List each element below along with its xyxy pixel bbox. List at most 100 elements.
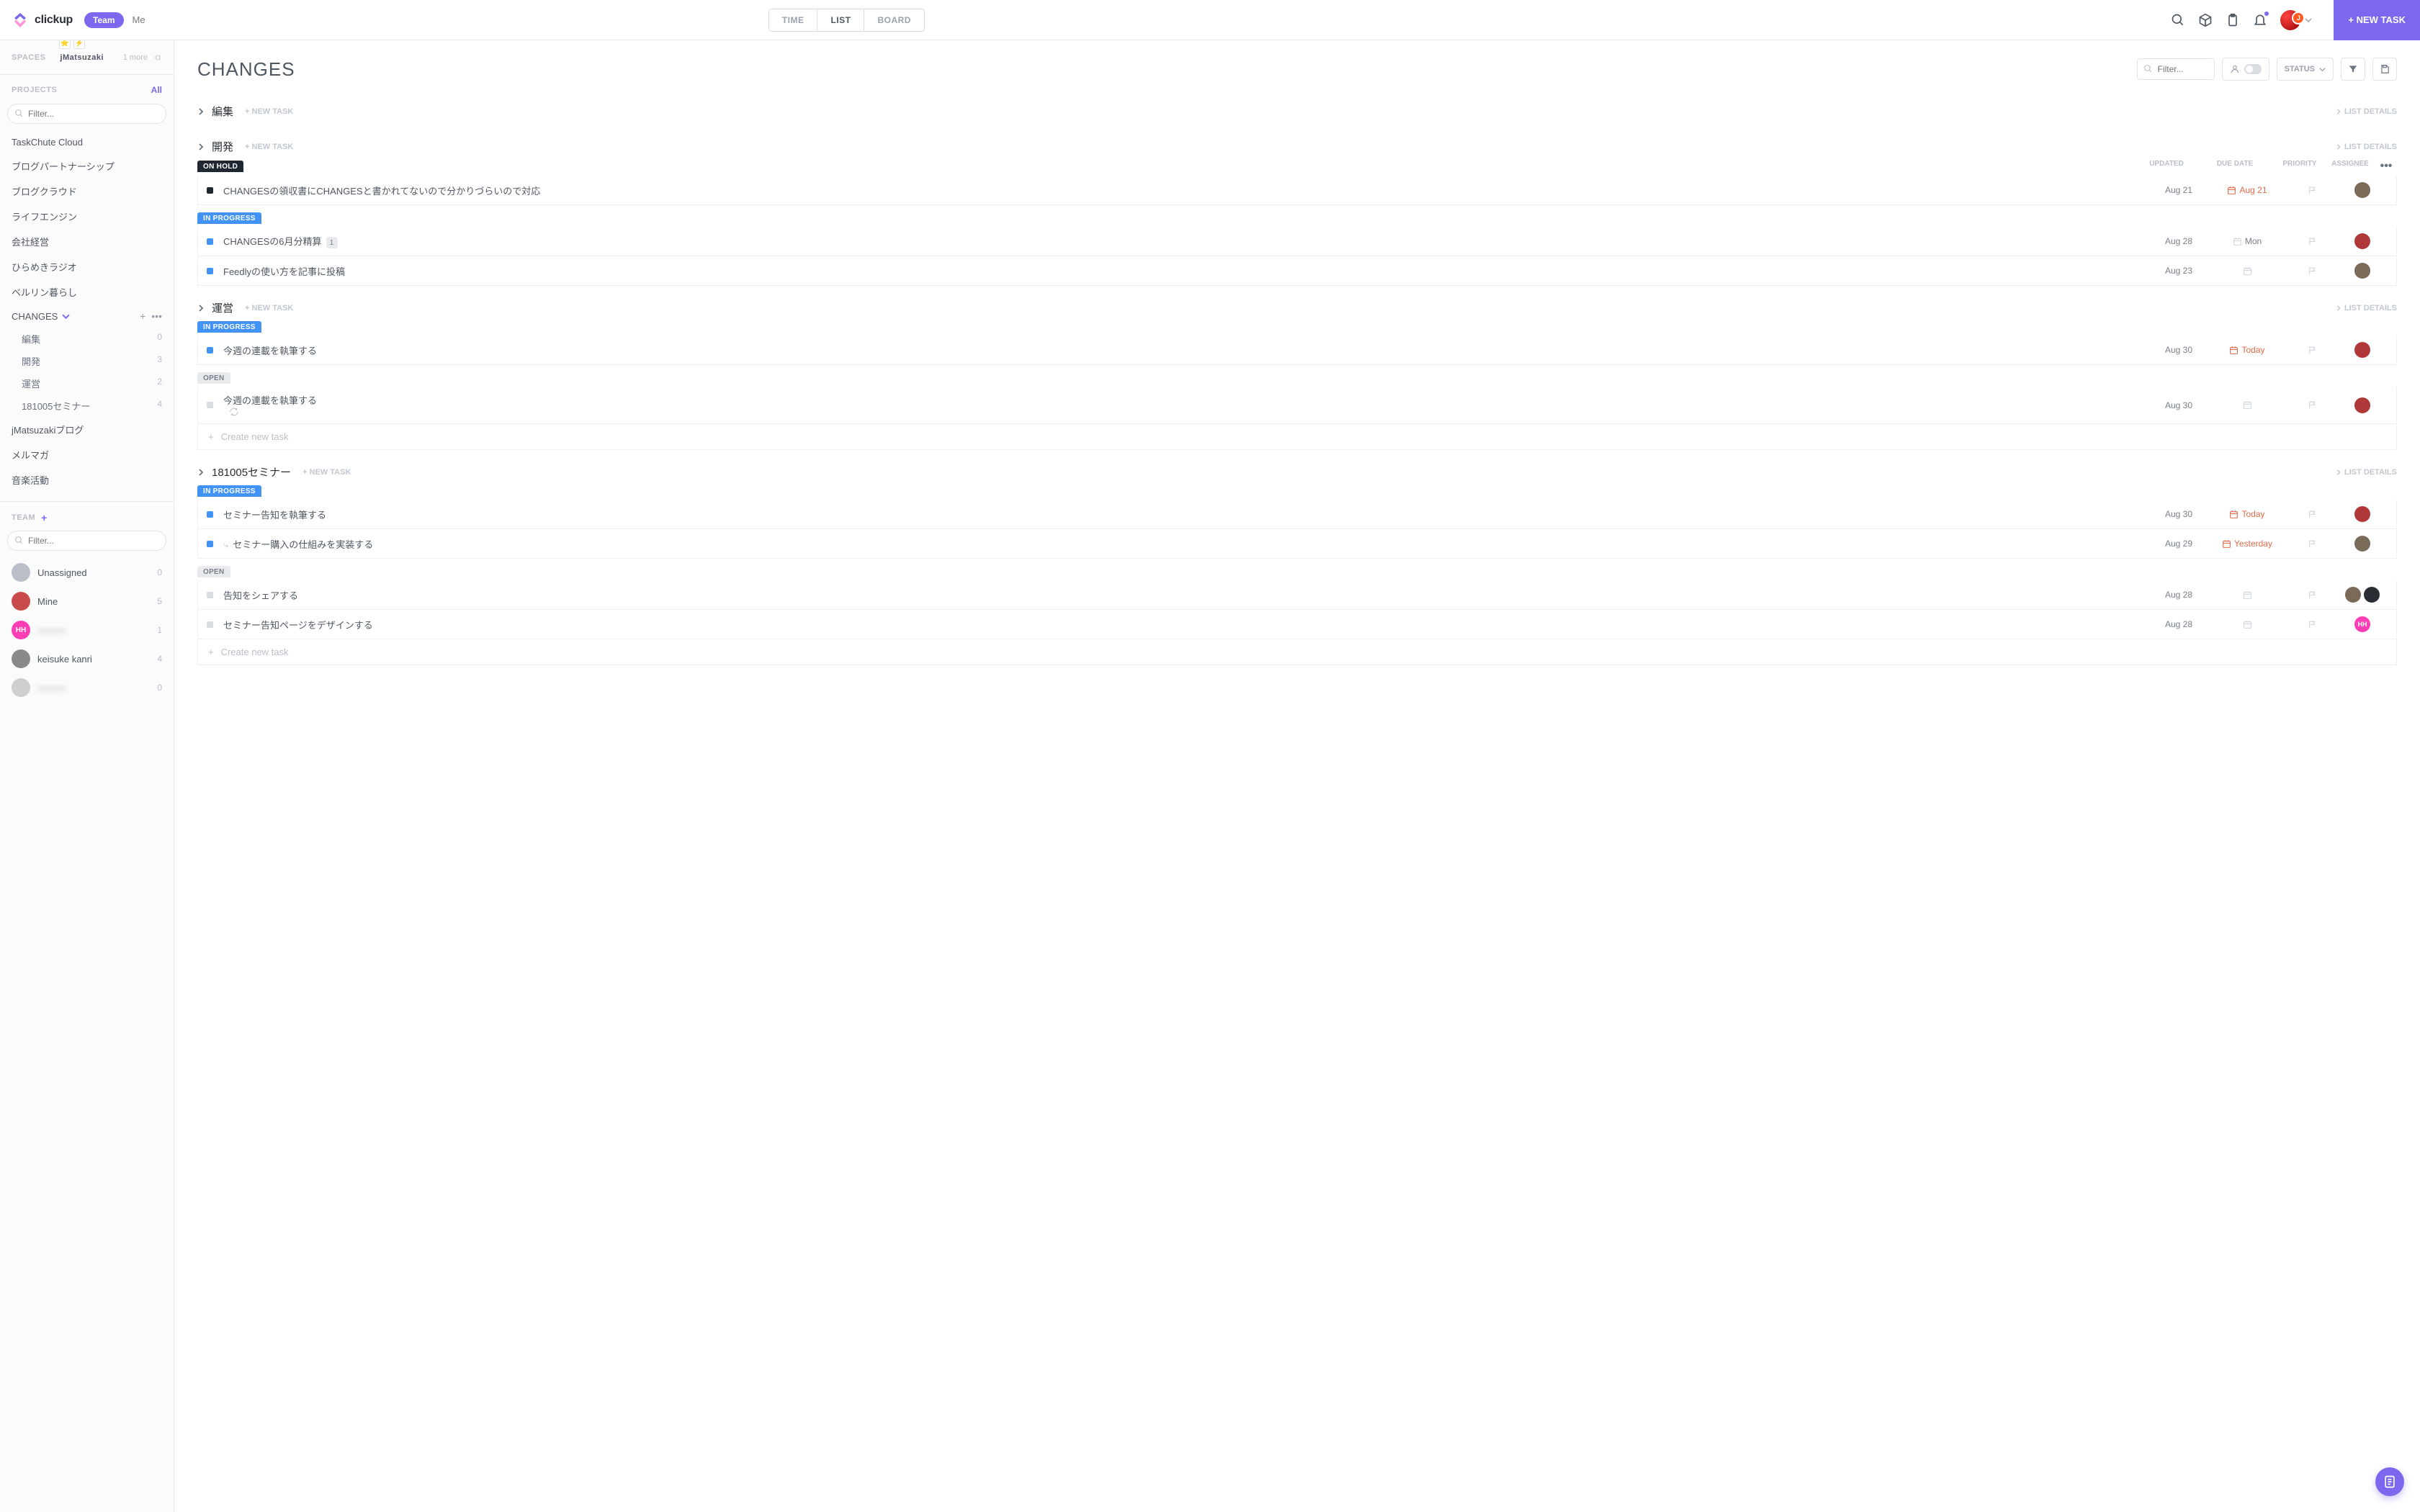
task-row[interactable]: CHANGESの6月分精算1Aug 28Mon — [197, 227, 2397, 256]
flag-icon[interactable] — [2308, 266, 2317, 276]
task-row[interactable]: Feedlyの使い方を記事に投稿Aug 23 — [197, 256, 2397, 286]
project-sublist[interactable]: 運営2 — [0, 372, 174, 395]
priority-cell[interactable] — [2287, 620, 2337, 629]
task-row[interactable]: 今週の連載を執筆するAug 30 — [197, 387, 2397, 424]
assignee-cell[interactable] — [2337, 233, 2388, 249]
list-group-header[interactable]: 運営+ NEW TASKLIST DETAILS — [197, 294, 2397, 321]
priority-cell[interactable] — [2287, 186, 2337, 195]
due-cell[interactable]: Today — [2208, 345, 2287, 355]
status-square[interactable] — [207, 621, 213, 628]
status-badge[interactable]: IN PROGRESS — [197, 321, 261, 333]
save-view-button[interactable] — [2372, 58, 2397, 81]
logo[interactable]: clickup — [12, 12, 73, 29]
team-member[interactable]: HH———1 — [0, 616, 174, 644]
project-item[interactable]: ベルリン暮らし — [0, 279, 174, 305]
assignee-cell[interactable] — [2337, 263, 2388, 279]
assignee-cell[interactable]: HH — [2337, 616, 2388, 632]
priority-cell[interactable] — [2287, 346, 2337, 355]
status-square[interactable] — [207, 402, 213, 408]
more-icon[interactable]: ••• — [151, 310, 162, 322]
list-details-button[interactable]: LIST DETAILS — [2336, 304, 2397, 312]
assignee-avatar[interactable] — [2354, 182, 2370, 198]
create-task-row[interactable]: +Create new task — [197, 639, 2397, 665]
assignee-avatar[interactable] — [2364, 587, 2380, 603]
status-badge[interactable]: OPEN — [197, 566, 230, 577]
assignee-cell[interactable] — [2337, 587, 2388, 603]
project-item[interactable]: ひらめきラジオ — [0, 254, 174, 279]
project-item[interactable]: メルマガ — [0, 442, 174, 467]
due-cell[interactable] — [2208, 400, 2287, 410]
status-square[interactable] — [207, 268, 213, 274]
list-group-header[interactable]: 開発+ NEW TASKLIST DETAILS — [197, 133, 2397, 160]
task-row[interactable]: CHANGESの領収書にCHANGESと書かれてないので分かりづらいので対応Au… — [197, 176, 2397, 205]
task-row[interactable]: セミナー告知を執筆するAug 30Today — [197, 500, 2397, 529]
all-projects-link[interactable]: All — [151, 85, 162, 95]
more-spaces[interactable]: 1 more — [123, 53, 148, 62]
status-badge[interactable]: OPEN — [197, 372, 230, 384]
assignee-avatar[interactable] — [2354, 397, 2370, 413]
view-tab-time[interactable]: TIME — [769, 9, 817, 31]
team-member[interactable]: Unassigned0 — [0, 558, 174, 587]
assignee-cell[interactable] — [2337, 506, 2388, 522]
collapse-icon[interactable] — [152, 53, 162, 63]
task-row[interactable]: 今週の連載を執筆するAug 30Today — [197, 336, 2397, 365]
assignee-avatar[interactable] — [2354, 536, 2370, 552]
project-item[interactable]: 音楽活動 — [0, 467, 174, 492]
priority-cell[interactable] — [2287, 400, 2337, 410]
project-sublist[interactable]: 181005セミナー4 — [0, 395, 174, 417]
add-list-icon[interactable]: + — [140, 310, 145, 322]
status-square[interactable] — [207, 187, 213, 194]
assignee-avatar[interactable] — [2354, 233, 2370, 249]
flag-icon[interactable] — [2308, 510, 2317, 519]
me-mode-toggle[interactable] — [2222, 58, 2269, 81]
priority-cell[interactable] — [2287, 266, 2337, 276]
project-sublist[interactable]: 開発3 — [0, 350, 174, 372]
status-square[interactable] — [207, 541, 213, 547]
assignee-avatar[interactable] — [2345, 587, 2361, 603]
due-cell[interactable]: Today — [2208, 509, 2287, 519]
view-tab-list[interactable]: LIST — [817, 9, 864, 31]
new-task-button[interactable]: + NEW TASK — [2334, 0, 2420, 40]
list-group-header[interactable]: 181005セミナー+ NEW TASKLIST DETAILS — [197, 459, 2397, 485]
user-menu[interactable]: J — [2280, 10, 2312, 30]
bolt-badge[interactable]: ⚡ — [73, 40, 85, 49]
list-details-button[interactable]: LIST DETAILS — [2336, 468, 2397, 477]
status-square[interactable] — [207, 511, 213, 518]
status-badge[interactable]: IN PROGRESS — [197, 212, 261, 224]
new-task-inline[interactable]: + NEW TASK — [245, 143, 293, 151]
project-item[interactable]: TaskChute Cloud — [0, 131, 174, 153]
status-square[interactable] — [207, 592, 213, 598]
list-details-button[interactable]: LIST DETAILS — [2336, 107, 2397, 116]
search-icon[interactable] — [2171, 13, 2185, 27]
priority-cell[interactable] — [2287, 539, 2337, 549]
assignee-cell[interactable] — [2337, 397, 2388, 413]
star-badge[interactable]: ⭐ — [59, 40, 71, 49]
list-group-header[interactable]: 編集+ NEW TASKLIST DETAILS — [197, 98, 2397, 125]
team-member[interactable]: keisuke kanri4 — [0, 644, 174, 673]
task-row[interactable]: ⤷セミナー購入の仕組みを実装するAug 29Yesterday — [197, 529, 2397, 559]
flag-icon[interactable] — [2308, 346, 2317, 355]
list-details-button[interactable]: LIST DETAILS — [2336, 143, 2397, 151]
project-item[interactable]: ブログクラウド — [0, 179, 174, 204]
more-icon[interactable]: ••• — [2375, 160, 2397, 173]
assignee-avatar[interactable] — [2354, 506, 2370, 522]
view-tab-board[interactable]: BOARD — [864, 9, 924, 31]
assignee-cell[interactable] — [2337, 182, 2388, 198]
flag-icon[interactable] — [2308, 237, 2317, 246]
project-item[interactable]: ライフエンジン — [0, 204, 174, 229]
project-item[interactable]: jMatsuzakiブログ — [0, 417, 174, 442]
filter-button[interactable] — [2341, 58, 2365, 81]
status-square[interactable] — [207, 238, 213, 245]
status-square[interactable] — [207, 347, 213, 354]
create-task-row[interactable]: +Create new task — [197, 424, 2397, 450]
assignee-cell[interactable] — [2337, 342, 2388, 358]
project-filter-input[interactable] — [7, 104, 166, 124]
flag-icon[interactable] — [2308, 186, 2317, 195]
assignee-cell[interactable] — [2337, 536, 2388, 552]
quick-create-fab[interactable] — [2375, 1467, 2404, 1496]
new-task-inline[interactable]: + NEW TASK — [245, 304, 293, 312]
add-team-button[interactable]: + — [41, 512, 47, 523]
team-pill[interactable]: Team — [84, 12, 123, 28]
flag-icon[interactable] — [2308, 620, 2317, 629]
assignee-avatar[interactable] — [2354, 342, 2370, 358]
